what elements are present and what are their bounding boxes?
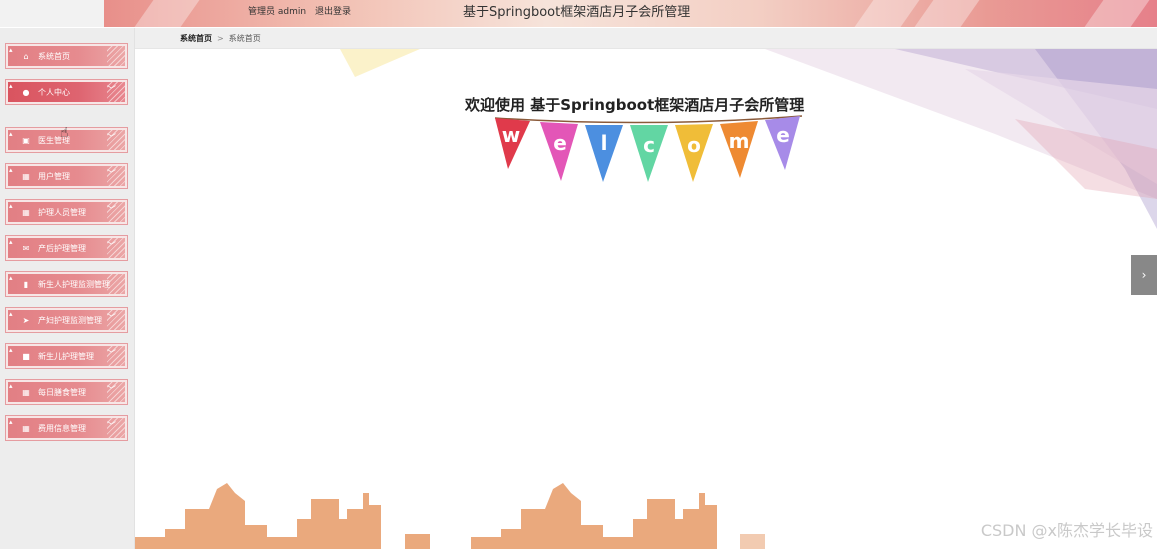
chevron-down-icon: ﹀	[106, 134, 116, 144]
home-icon: ⌂	[23, 52, 29, 61]
sidebar-item-label: 新生儿护理管理	[38, 352, 94, 361]
bunting-flag: w	[495, 118, 530, 169]
chevron-down-icon: ﹀	[106, 422, 116, 432]
sidebar-item-label: 个人中心	[38, 88, 70, 97]
logout-link[interactable]: 退出登录	[315, 7, 351, 17]
sidebar-item-newborn-care[interactable]: ▴ ■ 新生儿护理管理 ﹀	[5, 343, 128, 369]
grid-icon: ▦	[22, 208, 30, 217]
grid-icon: ▦	[22, 424, 30, 433]
bunting-flag: m	[720, 121, 758, 178]
sidebar-item-label: 每日膳食管理	[38, 388, 86, 397]
bunting-letter: l	[601, 131, 608, 155]
breadcrumb: 系统首页 > 系统首页	[180, 33, 261, 44]
bunting-flag: l	[585, 125, 623, 182]
welcome-bunting: w e l c o m e	[494, 115, 803, 182]
main-content: 欢迎使用 基于Springboot框架酒店月子会所管理 w e l c o m …	[135, 49, 1157, 549]
chevron-down-icon: ﹀	[106, 350, 116, 360]
sidebar-item-users[interactable]: ▴ ▦ 用户管理 ﹀	[5, 163, 128, 189]
admin-info: 管理员 admin 退出登录	[248, 4, 357, 17]
admin-role-label: 管理员 admin	[248, 7, 307, 17]
bunting-letter: e	[553, 131, 567, 155]
bunting-flag: e	[765, 116, 800, 170]
sidebar-item-label: 产后护理管理	[38, 244, 86, 253]
doctor-icon: ▣	[22, 136, 30, 145]
city-skyline	[135, 483, 765, 549]
sidebar: ▴ ⌂ 系统首页 ▴ ● 个人中心 ﹀ ▴ ▣ 医生管理 ﹀ ▴ ▦ 用户管理 …	[0, 28, 135, 549]
sidebar-item-daily-meals[interactable]: ▴ ▦ 每日膳食管理 ﹀	[5, 379, 128, 405]
sidebar-item-nursing-staff[interactable]: ▴ ▦ 护理人员管理 ﹀	[5, 199, 128, 225]
sidebar-item-newborn-monitoring[interactable]: ▴ ▮ 新生人护理监测管理	[5, 271, 128, 297]
sidebar-item-maternal-monitoring[interactable]: ▴ ➤ 产妇护理监测管理 ﹀	[5, 307, 128, 333]
sidebar-item-personal-center[interactable]: ▴ ● 个人中心 ﹀	[5, 79, 128, 105]
sidebar-item-label: 护理人员管理	[38, 208, 86, 217]
grid-icon: ▦	[22, 172, 30, 181]
sidebar-item-label: 用户管理	[38, 172, 70, 181]
top-header: 管理员 admin 退出登录 基于Springboot框架酒店月子会所管理	[0, 0, 1157, 27]
bunting-letter: w	[502, 123, 520, 147]
bunting-flag: e	[540, 122, 578, 181]
chevron-down-icon: ﹀	[106, 86, 116, 96]
bar-chart-icon: ▮	[23, 280, 29, 289]
sidebar-item-label: 系统首页	[38, 52, 70, 61]
breadcrumb-separator: >	[217, 34, 224, 43]
chevron-down-icon: ﹀	[106, 386, 116, 396]
chevron-down-icon: ﹀	[106, 170, 116, 180]
chevron-down-icon: ﹀	[106, 314, 116, 324]
mouse-pointer-icon: ☝	[60, 125, 69, 141]
user-icon: ●	[22, 88, 30, 97]
sidebar-item-label: 新生人护理监测管理	[38, 280, 110, 289]
bunting-letter: o	[687, 133, 701, 157]
sidebar-item-label: 产妇护理监测管理	[38, 316, 102, 325]
send-icon: ➤	[22, 316, 30, 325]
chevron-down-icon: ﹀	[106, 242, 116, 252]
bunting-letter: m	[729, 129, 750, 153]
breadcrumb-current: 系统首页	[228, 34, 261, 43]
sidebar-item-postpartum-care[interactable]: ▴ ✉ 产后护理管理 ﹀	[5, 235, 128, 261]
chevron-down-icon: ﹀	[106, 206, 116, 216]
breadcrumb-bar: 系统首页 > 系统首页	[135, 28, 1157, 49]
sidebar-item-home[interactable]: ▴ ⌂ 系统首页	[5, 43, 128, 69]
briefcase-icon: ■	[22, 352, 30, 361]
sidebar-item-label: 费用信息管理	[38, 424, 86, 433]
header-left-block	[0, 0, 104, 27]
bunting-letter: e	[776, 123, 790, 147]
breadcrumb-home-link[interactable]: 系统首页	[180, 34, 212, 43]
side-panel-toggle[interactable]: ›	[1131, 255, 1157, 295]
bunting-flag: c	[630, 125, 668, 182]
watermark: CSDN @x陈杰学长毕设	[980, 521, 1153, 540]
site-title: 基于Springboot框架酒店月子会所管理	[463, 5, 691, 20]
sidebar-item-fee-info[interactable]: ▴ ▦ 费用信息管理 ﹀	[5, 415, 128, 441]
mail-icon: ✉	[22, 244, 30, 253]
grid-icon: ▦	[22, 388, 30, 397]
bunting-flag: o	[675, 124, 713, 182]
bunting-letter: c	[643, 133, 655, 157]
